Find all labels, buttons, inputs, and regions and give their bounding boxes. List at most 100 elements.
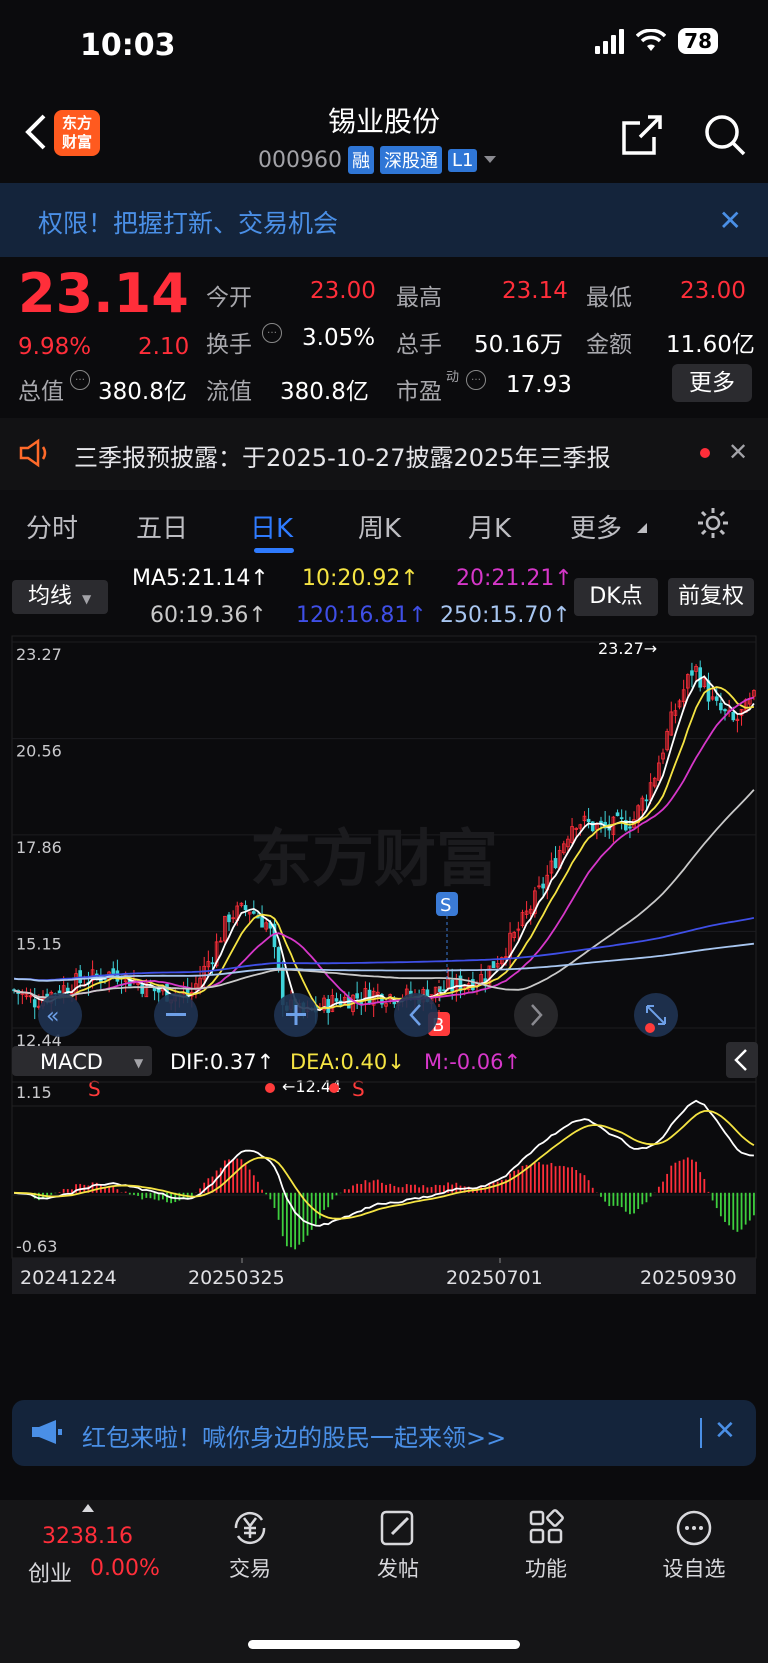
info-icon[interactable]: … — [70, 370, 90, 390]
tag-connect: 深股通 — [379, 146, 442, 174]
more-dots-icon — [676, 1510, 712, 1546]
dif-label: DIF:0.37↑ — [170, 1050, 274, 1074]
redpacket-text[interactable]: 红包来啦！喊你身边的股民一起来领>> — [82, 1418, 506, 1453]
zoom-out-button[interactable] — [154, 993, 198, 1037]
step-left-button[interactable] — [394, 993, 438, 1037]
share-icon[interactable] — [620, 113, 664, 157]
nav-watchlist-label: 设自选 — [662, 1557, 726, 1581]
candle-body — [227, 914, 231, 923]
nav-watchlist[interactable]: 设自选 — [624, 1508, 764, 1583]
nav-trade[interactable]: 交易 — [180, 1508, 320, 1583]
mktcap-label: 总值 — [18, 379, 64, 405]
settings-gear-icon[interactable] — [696, 506, 730, 540]
amount-label: 金额 — [586, 332, 632, 358]
promo-banner-text[interactable]: 权限！把握打新、交易机会 — [38, 204, 338, 240]
candle-body — [491, 961, 496, 969]
close-icon[interactable]: ✕ — [719, 204, 742, 237]
cellular-signal-icon — [595, 28, 625, 54]
signal-sell-2[interactable]: S — [352, 1077, 365, 1101]
step-right-button[interactable] — [514, 993, 558, 1037]
megaphone-icon — [32, 1420, 62, 1444]
candle-body — [359, 1002, 364, 1004]
last-price: 23.14 — [18, 262, 189, 325]
candle-body — [442, 989, 446, 992]
candle-body — [541, 883, 545, 889]
divider — [700, 1418, 702, 1448]
nav-post[interactable]: 发帖 — [328, 1508, 468, 1583]
notice-text[interactable]: 三季报预披露：于2025-10-27披露2025年三季报 — [74, 438, 611, 473]
price-axis-label: 23.27 — [16, 645, 62, 664]
signal-sell-1[interactable]: S — [88, 1077, 101, 1101]
candle-body — [326, 998, 330, 1013]
search-icon[interactable] — [703, 113, 747, 157]
ma10-label: 10:20.92↑ — [302, 566, 419, 591]
expand-caret-icon[interactable] — [82, 1504, 94, 1512]
candle-body — [251, 911, 256, 914]
signal-sell-3[interactable]: S — [436, 892, 458, 916]
tab-more[interactable]: 更多 — [570, 508, 622, 545]
change-amount: 2.10 — [138, 334, 190, 360]
candle-body — [723, 709, 727, 712]
nav-post-label: 发帖 — [377, 1557, 419, 1581]
compose-icon — [380, 1510, 414, 1546]
candle-body — [450, 979, 454, 992]
price-axis-label: 17.86 — [16, 838, 62, 857]
macd-pane — [11, 1081, 757, 1259]
candle-body — [334, 998, 339, 1002]
tab-five-day[interactable]: 五日 — [136, 508, 188, 545]
red-dot — [645, 1023, 655, 1033]
index-value[interactable]: 3238.16 — [42, 1524, 133, 1549]
pe-superscript: 动 — [446, 370, 460, 385]
tab-intraday[interactable]: 分时 — [26, 508, 78, 545]
tab-daily-k[interactable]: 日K — [250, 508, 293, 545]
ma20-label: 20:21.21↑ — [456, 566, 573, 591]
macd-axis-bottom: -0.63 — [16, 1237, 57, 1256]
collapse-panel-button[interactable] — [726, 1042, 758, 1078]
red-dot — [329, 1083, 339, 1093]
info-icon[interactable]: … — [466, 370, 486, 390]
price-axis-label: 20.56 — [16, 742, 62, 761]
candle-body — [619, 817, 624, 820]
svg-text:▼: ▼ — [134, 1056, 144, 1070]
candle-body — [731, 711, 736, 721]
info-icon[interactable]: … — [262, 323, 282, 343]
zoom-in-button[interactable] — [274, 993, 318, 1037]
volume-value: 50.16万 — [474, 332, 563, 358]
date-label: 20250930 — [640, 1267, 737, 1289]
home-indicator — [248, 1640, 520, 1649]
kline-chart[interactable]: 东方财富 23.2720.5617.8615.1512.44 23.27→ ←1… — [0, 600, 768, 1390]
svg-text:MACD: MACD — [40, 1050, 103, 1074]
index-percent[interactable]: 0.00% — [90, 1556, 160, 1581]
dea-label: DEA:0.40↓ — [290, 1050, 405, 1074]
close-icon[interactable]: ✕ — [714, 1416, 736, 1446]
candle-body — [32, 999, 37, 1008]
turnover-value: 3.05% — [302, 325, 376, 351]
trade-yen-icon — [234, 1511, 266, 1545]
nav-features[interactable]: 功能 — [476, 1508, 616, 1583]
m-label: M:-0.06↑ — [424, 1050, 521, 1074]
candle-body — [276, 947, 281, 971]
caret-down-icon[interactable] — [483, 155, 497, 165]
stock-code: 000960 — [258, 147, 342, 173]
date-label: 20241224 — [20, 1267, 117, 1289]
nav-trade-label: 交易 — [229, 1557, 271, 1581]
candle-body — [243, 905, 248, 911]
pe-label: 市盈 — [396, 379, 442, 405]
tab-monthly-k[interactable]: 月K — [468, 508, 511, 545]
tab-weekly-k[interactable]: 周K — [358, 508, 401, 545]
index-name[interactable]: 创业 — [28, 1556, 72, 1588]
svg-text:S: S — [440, 895, 451, 916]
candle-body — [355, 993, 359, 999]
scroll-left-button[interactable]: « — [38, 993, 82, 1037]
pe-value: 17.93 — [506, 372, 572, 398]
amount-value: 11.60亿 — [666, 332, 755, 358]
candle-body — [111, 968, 116, 974]
price-axis-label: 15.15 — [16, 934, 62, 953]
fullscreen-button[interactable] — [634, 993, 678, 1037]
float-label: 流值 — [206, 379, 252, 405]
candle-body — [628, 826, 632, 829]
more-button[interactable]: 更多 — [672, 364, 752, 402]
candle-body — [140, 984, 145, 994]
macd-select[interactable]: MACD ▼ — [12, 1046, 152, 1076]
close-icon[interactable]: ✕ — [728, 438, 748, 466]
